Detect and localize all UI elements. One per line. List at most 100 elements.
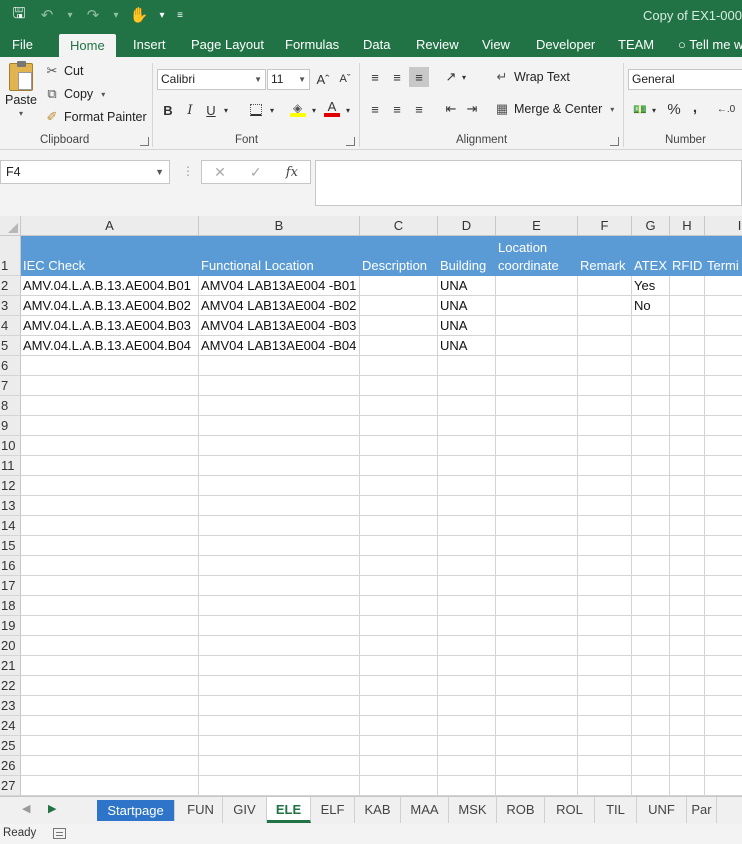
grid-cell[interactable] <box>21 376 199 396</box>
grid-cell[interactable] <box>496 316 578 336</box>
grid-cell[interactable] <box>496 736 578 756</box>
grid-cell[interactable] <box>632 316 670 336</box>
grid-cell[interactable] <box>578 676 632 696</box>
grid-cell[interactable] <box>199 636 360 656</box>
grid-cell[interactable] <box>360 296 438 316</box>
redo-icon[interactable]: ↷ <box>82 4 104 26</box>
grid-cell[interactable] <box>438 716 496 736</box>
grid-cell[interactable] <box>705 436 742 456</box>
row-header[interactable]: 13 <box>0 496 21 516</box>
grid-cell[interactable] <box>360 556 438 576</box>
grid-cell[interactable] <box>360 596 438 616</box>
grid-cell[interactable] <box>438 396 496 416</box>
grid-cell[interactable] <box>496 496 578 516</box>
header-cell[interactable]: Functional Location <box>199 236 360 276</box>
grid-cell[interactable] <box>632 576 670 596</box>
grid-cell[interactable] <box>438 776 496 796</box>
fill-color-dropdown-icon[interactable]: ▾ <box>308 100 320 120</box>
sheet-tab-startpage[interactable]: Startpage <box>97 800 175 821</box>
grid-cell[interactable] <box>438 736 496 756</box>
increase-decimal-button[interactable]: ←.0 <box>716 99 736 119</box>
grid-cell[interactable] <box>438 476 496 496</box>
grid-cell[interactable] <box>199 396 360 416</box>
grid-cell[interactable] <box>578 276 632 296</box>
grid-cell[interactable] <box>632 536 670 556</box>
grid-cell[interactable] <box>360 716 438 736</box>
header-cell[interactable]: IEC Check <box>21 236 199 276</box>
grid-cell[interactable] <box>360 676 438 696</box>
grid-cell[interactable] <box>705 696 742 716</box>
grid-cell[interactable]: Yes <box>632 276 670 296</box>
grid-cell[interactable] <box>670 776 705 796</box>
grid-cell[interactable] <box>670 576 705 596</box>
grid-cell[interactable] <box>360 436 438 456</box>
grid-cell[interactable] <box>360 396 438 416</box>
grid-cell[interactable] <box>705 476 742 496</box>
grid-cell[interactable] <box>705 596 742 616</box>
grid-cell[interactable] <box>670 496 705 516</box>
grid-cell[interactable] <box>578 396 632 416</box>
grid-cell[interactable] <box>578 596 632 616</box>
grid-cell[interactable] <box>199 496 360 516</box>
grid-cell[interactable] <box>199 676 360 696</box>
grid-cell[interactable] <box>496 296 578 316</box>
grid-cell[interactable] <box>21 596 199 616</box>
column-header-i[interactable]: I <box>705 216 742 236</box>
grid-cell[interactable] <box>21 756 199 776</box>
paste-dropdown-icon[interactable]: ▾ <box>19 109 23 118</box>
grid-cell[interactable] <box>199 536 360 556</box>
grid-cell[interactable] <box>199 576 360 596</box>
row-header[interactable]: 10 <box>0 436 21 456</box>
align-left-button[interactable]: ≡ <box>365 99 385 119</box>
grid-cell[interactable] <box>496 576 578 596</box>
grid-cell[interactable] <box>496 416 578 436</box>
row-header[interactable]: 26 <box>0 756 21 776</box>
grid-cell[interactable] <box>632 516 670 536</box>
grid-cell[interactable] <box>705 676 742 696</box>
grid-cell[interactable] <box>438 696 496 716</box>
grid-cell[interactable] <box>705 336 742 356</box>
grid-cell[interactable] <box>438 636 496 656</box>
undo-dropdown-icon[interactable]: ▾ <box>64 4 76 26</box>
grid-cell[interactable] <box>496 516 578 536</box>
alignment-launcher-icon[interactable] <box>610 137 619 146</box>
cancel-icon[interactable]: ✕ <box>214 164 226 181</box>
row-header[interactable]: 22 <box>0 676 21 696</box>
grid-cell[interactable] <box>199 416 360 436</box>
grid-cell[interactable] <box>578 316 632 336</box>
grid-cell[interactable] <box>496 716 578 736</box>
grid-cell[interactable] <box>670 536 705 556</box>
grid-cell[interactable] <box>360 516 438 536</box>
grid-cell[interactable] <box>632 336 670 356</box>
row-header[interactable]: 21 <box>0 656 21 676</box>
grid-cell[interactable] <box>632 616 670 636</box>
grid-cell[interactable] <box>705 756 742 776</box>
grid-cell[interactable] <box>360 736 438 756</box>
underline-button[interactable]: U <box>201 100 221 120</box>
grid-cell[interactable] <box>199 756 360 776</box>
grid-cell[interactable] <box>670 736 705 756</box>
grid-cell[interactable] <box>578 616 632 636</box>
grid-cell[interactable] <box>438 376 496 396</box>
grid-cell[interactable] <box>670 356 705 376</box>
column-header-g[interactable]: G <box>632 216 670 236</box>
grid-cell[interactable] <box>21 416 199 436</box>
sheet-tab-msk[interactable]: MSK <box>449 797 497 823</box>
touch-mode-icon[interactable]: ✋ <box>128 4 150 26</box>
accounting-dropdown-icon[interactable]: ▾ <box>648 100 660 120</box>
grid-cell[interactable] <box>632 456 670 476</box>
grid-cell[interactable] <box>496 436 578 456</box>
grid-cell[interactable] <box>670 756 705 776</box>
grid-cell[interactable] <box>670 516 705 536</box>
grid-cell[interactable] <box>360 576 438 596</box>
grid-cell[interactable] <box>360 636 438 656</box>
grid-cell[interactable] <box>438 616 496 636</box>
grid-cell[interactable] <box>705 376 742 396</box>
sheet-tab-par[interactable]: Par <box>687 797 717 823</box>
touch-dropdown-icon[interactable]: ▾ <box>156 4 168 26</box>
grid-cell[interactable] <box>670 396 705 416</box>
grid-cell[interactable] <box>21 456 199 476</box>
row-header[interactable]: 25 <box>0 736 21 756</box>
tab-file[interactable]: File <box>12 32 33 57</box>
grid-cell[interactable] <box>199 356 360 376</box>
